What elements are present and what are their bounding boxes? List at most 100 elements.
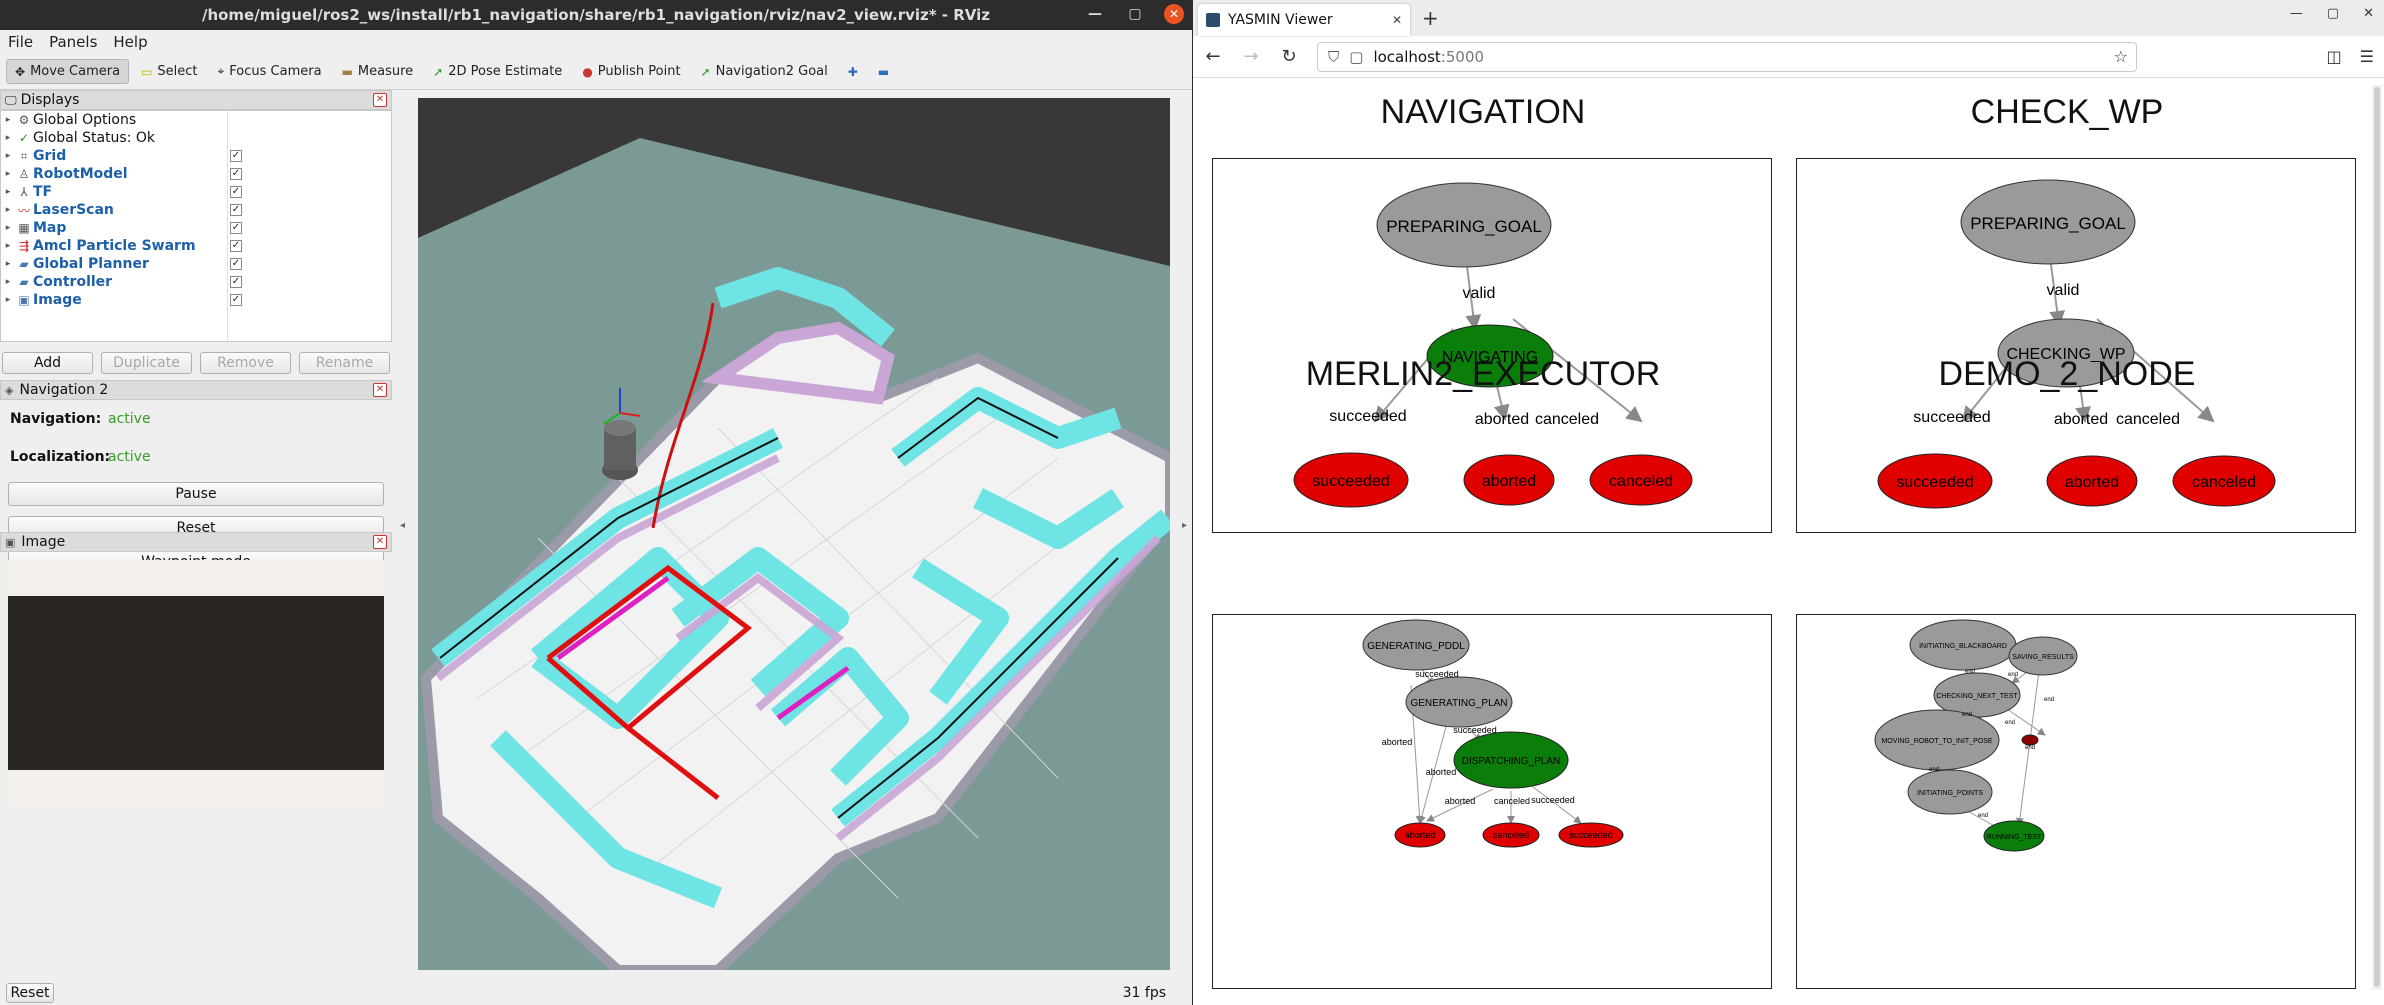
display-robotmodel[interactable]: ▸ ♙ RobotModel ✓ xyxy=(1,165,391,183)
display-controller[interactable]: ▸ ▰ Controller ✓ xyxy=(1,273,391,291)
close-tab-icon[interactable]: ✕ xyxy=(1392,13,1402,27)
maximize-icon[interactable]: ▢ xyxy=(1124,6,1146,22)
display-checkbox[interactable]: ✓ xyxy=(230,240,242,252)
remove-display-button[interactable]: Remove xyxy=(200,352,291,374)
reset-view-button[interactable]: Reset xyxy=(6,982,54,1003)
display-image[interactable]: ▸ ▣ Image ✓ xyxy=(1,291,391,309)
expand-icon[interactable]: ▸ xyxy=(1,115,15,125)
expand-icon[interactable]: ▸ xyxy=(1,241,15,251)
add-display-button[interactable]: Add xyxy=(2,352,93,374)
expand-icon[interactable]: ▸ xyxy=(1,277,15,287)
tool-2d-pose-estimate[interactable]: ➚ 2D Pose Estimate xyxy=(425,60,570,83)
close-navigation2-icon[interactable]: ✕ xyxy=(373,383,387,397)
display-checkbox[interactable]: ✓ xyxy=(230,168,242,180)
expand-icon[interactable]: ▸ xyxy=(1,259,15,269)
node-label: CHECKING_NEXT_TEST xyxy=(1936,693,2018,700)
tab-title: YASMIN Viewer xyxy=(1228,12,1333,28)
rviz-statusbar: Reset 31 fps xyxy=(0,980,1192,1005)
node-label: RUNNING_TEST xyxy=(1987,834,2042,841)
display-checkbox[interactable]: ✓ xyxy=(230,276,242,288)
tool-move-camera[interactable]: ✥ Move Camera xyxy=(6,59,130,84)
rviz-titlebar[interactable]: /home/miguel/ros2_ws/install/rb1_navigat… xyxy=(0,0,1192,30)
localization-value: active xyxy=(108,449,151,465)
display-checkbox[interactable]: ✓ xyxy=(230,222,242,234)
page-info-icon[interactable]: ▢ xyxy=(1349,48,1363,66)
rename-display-button[interactable]: Rename xyxy=(299,352,390,374)
expand-icon[interactable]: ▸ xyxy=(1,169,15,179)
desktop: /home/miguel/ros2_ws/install/rb1_navigat… xyxy=(0,0,2384,1005)
tool-label: Measure xyxy=(357,64,414,79)
display-checkbox[interactable]: ✓ xyxy=(230,204,242,216)
expand-icon[interactable]: ▸ xyxy=(1,295,15,305)
expand-icon[interactable]: ▸ xyxy=(1,187,15,197)
collapse-right-dock-icon[interactable]: ▸ xyxy=(1182,520,1187,531)
firefox-maximize-icon[interactable]: ▢ xyxy=(2327,6,2339,21)
display-checkbox[interactable]: ✓ xyxy=(230,150,242,162)
navigation2-title: Navigation 2 xyxy=(19,382,109,398)
firefox-minimize-icon[interactable]: — xyxy=(2290,6,2303,21)
3d-viewport[interactable] xyxy=(418,98,1170,970)
collapse-left-dock-icon[interactable]: ◂ xyxy=(400,520,405,531)
scrollbar-thumb[interactable] xyxy=(2374,87,2380,987)
display-global-planner[interactable]: ▸ ▰ Global Planner ✓ xyxy=(1,255,391,273)
tool-focus-camera[interactable]: ⌖ Focus Camera xyxy=(210,60,330,83)
expand-icon[interactable]: ▸ xyxy=(1,133,15,143)
page-scrollbar[interactable] xyxy=(2372,85,2382,990)
display-checkbox[interactable]: ✓ xyxy=(230,186,242,198)
close-displays-icon[interactable]: ✕ xyxy=(373,93,387,107)
sm-node: INITIATING_POINTS xyxy=(1907,769,1993,815)
menu-hamburger-icon[interactable]: ☰ xyxy=(2360,47,2374,66)
firefox-close-icon[interactable]: ✕ xyxy=(2363,6,2374,21)
sm-graph-demo-2-node: INITIATING_BLACKBOARD SAVING_RESULTS CHE… xyxy=(1796,614,2356,989)
display-checkbox[interactable]: ✓ xyxy=(230,258,242,270)
menu-panels[interactable]: Panels xyxy=(49,33,97,51)
goal-arrow-icon: ➚ xyxy=(700,64,711,79)
sm-node: end xyxy=(2021,734,2039,751)
sm-node: PREPARING_GOAL xyxy=(1376,182,1552,268)
duplicate-display-button[interactable]: Duplicate xyxy=(101,352,192,374)
display-checkbox[interactable]: ✓ xyxy=(230,294,242,306)
tab-yasmin-viewer[interactable]: YASMIN Viewer ✕ xyxy=(1198,4,1410,36)
pocket-icon[interactable]: ◫ xyxy=(2327,47,2342,66)
menu-file[interactable]: File xyxy=(8,33,33,51)
expand-icon[interactable]: ▸ xyxy=(1,205,15,215)
sm-node: PREPARING_GOAL xyxy=(1960,179,2136,265)
edge-label: canceled xyxy=(1494,796,1530,806)
sm-node: aborted xyxy=(1463,454,1555,506)
add-tool-button[interactable]: ✚ xyxy=(840,61,866,83)
pose-arrow-icon: ➚ xyxy=(433,64,444,79)
display-map[interactable]: ▸ ▦ Map ✓ xyxy=(1,219,391,237)
node-label: canceled xyxy=(1609,473,1673,490)
firefox-window: YASMIN Viewer ✕ + — ▢ ✕ ← → ↻ ⛉ ▢ localh… xyxy=(1193,0,2384,1005)
display-grid[interactable]: ▸ ⌗ Grid ✓ xyxy=(1,147,391,165)
url-host: localhost xyxy=(1373,47,1441,66)
remove-tool-button[interactable]: ▬ xyxy=(870,61,897,83)
display-amcl-particle-swarm[interactable]: ▸ ⇶ Amcl Particle Swarm ✓ xyxy=(1,237,391,255)
tool-select[interactable]: ▭ Select xyxy=(133,60,205,83)
tool-navigation2-goal[interactable]: ➚ Navigation2 Goal xyxy=(693,60,836,83)
close-icon[interactable]: ✕ xyxy=(1164,4,1184,24)
url-bar[interactable]: ⛉ ▢ localhost:5000 ☆ xyxy=(1317,41,2137,72)
shield-icon[interactable]: ⛉ xyxy=(1328,48,1339,66)
display-laserscan[interactable]: ▸ 〰 LaserScan ✓ xyxy=(1,201,391,219)
pause-button[interactable]: Pause xyxy=(8,482,384,506)
close-image-panel-icon[interactable]: ✕ xyxy=(373,535,387,549)
forward-icon[interactable]: → xyxy=(1241,46,1261,67)
display-global-options[interactable]: ▸ ⚙ Global Options xyxy=(1,111,391,129)
reload-icon[interactable]: ↻ xyxy=(1279,46,1299,67)
expand-icon[interactable]: ▸ xyxy=(1,151,15,161)
display-label: TF xyxy=(33,184,53,200)
display-global-status[interactable]: ▸ ✓ Global Status: Ok xyxy=(1,129,391,147)
minimize-icon[interactable]: — xyxy=(1084,6,1106,22)
tool-publish-point[interactable]: ● Publish Point xyxy=(574,60,688,83)
expand-icon[interactable]: ▸ xyxy=(1,223,15,233)
menu-help[interactable]: Help xyxy=(113,33,147,51)
display-label: Global Options xyxy=(33,112,137,128)
display-tf[interactable]: ▸ ⅄ TF ✓ xyxy=(1,183,391,201)
new-tab-icon[interactable]: + xyxy=(1422,6,1439,30)
bookmark-star-icon[interactable]: ☆ xyxy=(2114,47,2128,66)
node-label: aborted xyxy=(1405,830,1436,840)
back-icon[interactable]: ← xyxy=(1203,46,1223,67)
tool-measure[interactable]: ▬ Measure xyxy=(334,60,422,83)
edge-label: aborted xyxy=(1426,767,1457,777)
